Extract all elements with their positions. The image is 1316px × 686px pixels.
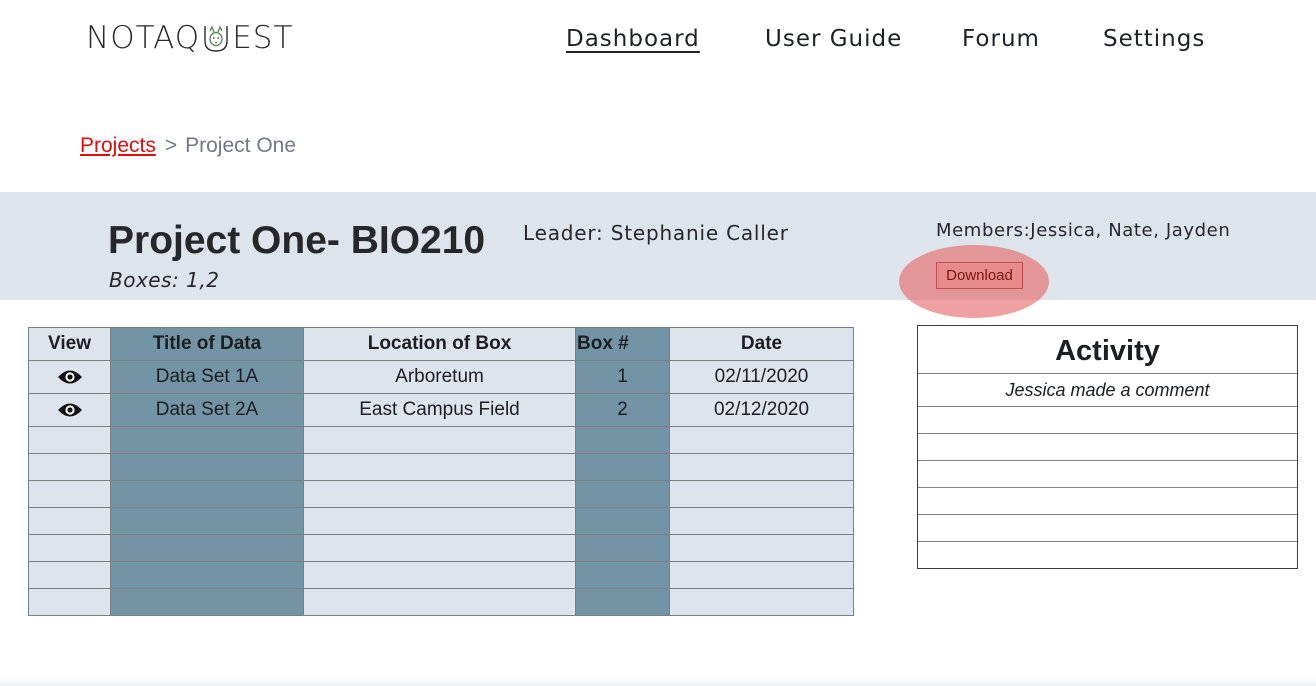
title-cell: Data Set 2A xyxy=(110,393,304,427)
empty-table-row xyxy=(28,561,854,589)
date-cell: 02/11/2020 xyxy=(669,360,854,394)
breadcrumb: Projects > Project One xyxy=(80,134,296,158)
table-row: Data Set 1A Arboretum 1 02/11/2020 xyxy=(28,360,854,394)
nav-forum[interactable]: Forum xyxy=(962,26,1040,52)
column-header-location: Location of Box xyxy=(303,327,576,361)
date-cell: 02/12/2020 xyxy=(669,393,854,427)
table-row: Data Set 2A East Campus Field 2 02/12/20… xyxy=(28,393,854,427)
view-cell xyxy=(28,360,111,394)
column-header-date: Date xyxy=(669,327,854,361)
activity-item xyxy=(918,461,1297,488)
activity-panel: Activity Jessica made a comment xyxy=(917,325,1298,569)
project-boxes: Boxes: 1,2 xyxy=(109,268,220,292)
eye-icon[interactable] xyxy=(57,368,83,386)
empty-table-row xyxy=(28,453,854,481)
empty-table-row xyxy=(28,507,854,535)
title-cell: Data Set 1A xyxy=(110,360,304,394)
activity-title: Activity xyxy=(918,326,1297,374)
project-leader: Leader: Stephanie Caller xyxy=(523,221,789,245)
activity-item xyxy=(918,488,1297,515)
breadcrumb-projects-link[interactable]: Projects xyxy=(80,134,156,157)
location-cell: Arboretum xyxy=(303,360,576,394)
activity-item xyxy=(918,515,1297,542)
main-nav: Dashboard User Guide Forum Settings xyxy=(0,24,1316,64)
breadcrumb-current: Project One xyxy=(185,134,297,157)
eye-icon[interactable] xyxy=(57,401,83,419)
activity-item xyxy=(918,407,1297,434)
data-table: View Title of Data Location of Box Box #… xyxy=(28,327,854,616)
table-header-row: View Title of Data Location of Box Box #… xyxy=(28,327,854,361)
view-cell xyxy=(28,393,111,427)
box-cell: 2 xyxy=(575,393,670,427)
activity-item xyxy=(918,434,1297,461)
project-title: Project One- BIO210 xyxy=(108,219,486,262)
nav-dashboard[interactable]: Dashboard xyxy=(566,26,700,52)
bottom-shade xyxy=(0,676,1316,686)
activity-item[interactable]: Jessica made a comment xyxy=(918,374,1297,407)
empty-table-row xyxy=(28,534,854,562)
box-cell: 1 xyxy=(575,360,670,394)
empty-table-row xyxy=(28,588,854,616)
column-header-title: Title of Data xyxy=(110,327,304,361)
column-header-view: View xyxy=(28,327,111,361)
project-members: Members:Jessica, Nate, Jayden xyxy=(936,220,1231,241)
breadcrumb-separator: > xyxy=(164,134,178,157)
empty-table-row xyxy=(28,426,854,454)
empty-table-row xyxy=(28,480,854,508)
nav-settings[interactable]: Settings xyxy=(1103,26,1205,52)
nav-user-guide[interactable]: User Guide xyxy=(765,26,902,52)
project-header: Project One- BIO210 Boxes: 1,2 Leader: S… xyxy=(0,192,1316,318)
download-button[interactable]: Download xyxy=(936,262,1023,289)
activity-item xyxy=(918,542,1297,568)
location-cell: East Campus Field xyxy=(303,393,576,427)
column-header-box: Box # xyxy=(575,327,670,361)
